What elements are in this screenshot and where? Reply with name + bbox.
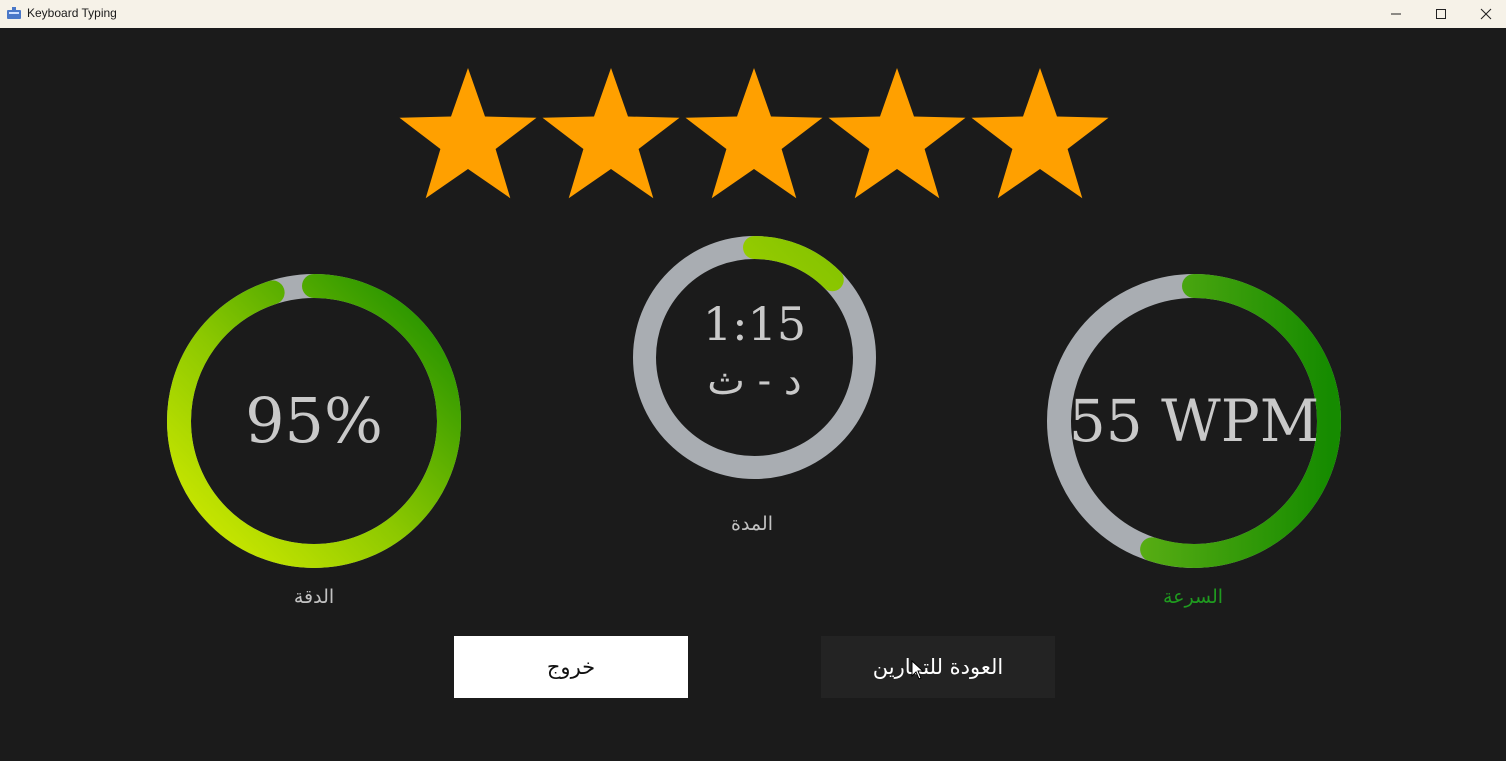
title-bar: Keyboard Typing — [0, 0, 1506, 28]
accuracy-value: 95% — [245, 384, 383, 457]
speed-gauge: 55 WPM — [1045, 272, 1343, 570]
star-icon — [542, 68, 680, 199]
minimize-icon — [1391, 13, 1401, 15]
duration-unit: د - ث — [707, 358, 802, 404]
star-icon — [685, 68, 823, 199]
minimize-button[interactable] — [1373, 0, 1419, 28]
accuracy-gauge: 95% — [165, 272, 463, 570]
duration-gauge: 1:15 د - ث — [632, 235, 877, 480]
maximize-icon — [1436, 9, 1446, 19]
star-rating — [398, 66, 1110, 200]
mouse-cursor-icon — [911, 660, 925, 680]
accuracy-label: الدقة — [293, 586, 335, 608]
star-icon — [971, 68, 1109, 199]
speed-label: السرعة — [1162, 586, 1224, 608]
speed-value: 55 WPM — [1068, 387, 1320, 455]
back-to-exercises-button[interactable]: العودة للتمارين — [821, 636, 1055, 698]
duration-label: المدة — [731, 513, 773, 535]
window-title: Keyboard Typing — [27, 6, 117, 20]
star-icon — [828, 68, 966, 199]
exit-button[interactable]: خروج — [454, 636, 688, 698]
close-button[interactable] — [1463, 0, 1506, 28]
maximize-button[interactable] — [1418, 0, 1464, 28]
duration-time: 1:15 — [702, 297, 807, 351]
close-icon — [1480, 8, 1492, 20]
star-icon — [399, 68, 537, 199]
app-icon — [7, 7, 21, 19]
results-screen: 95% الدقة 1:15 د - ث المدة 55 WPM السرعة… — [0, 28, 1506, 761]
